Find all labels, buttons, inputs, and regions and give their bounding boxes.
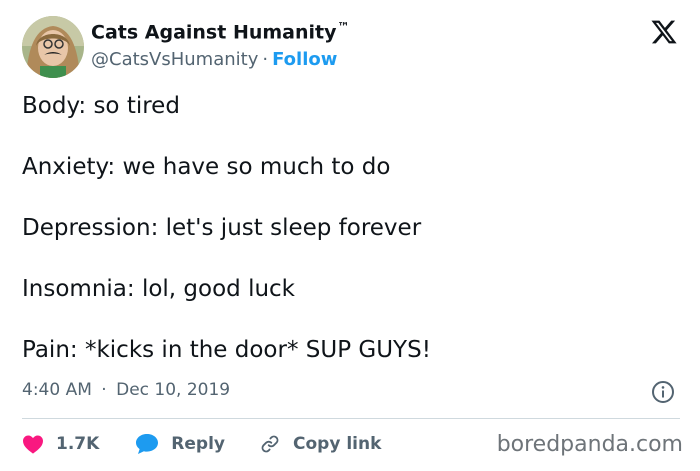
avatar-image	[22, 16, 84, 78]
separator-dot: ·	[101, 380, 107, 400]
tweet-body: Body: so tired Anxiety: we have so much …	[22, 91, 431, 396]
handle-row: @CatsVsHumanity · Follow	[91, 49, 350, 70]
tweet-line: Insomnia: lol, good luck	[22, 276, 296, 302]
speech-bubble-icon	[136, 434, 159, 454]
x-logo-icon[interactable]	[650, 18, 678, 46]
handle-link[interactable]: @CatsVsHumanity	[91, 49, 258, 70]
trademark-symbol: ™	[337, 20, 350, 34]
like-count: 1.7K	[56, 434, 100, 454]
separator-dot: ·	[262, 49, 269, 71]
action-bar: 1.7K Reply Copy link	[22, 431, 381, 457]
reply-button[interactable]: Reply	[135, 433, 225, 455]
link-icon	[261, 435, 279, 453]
tweet-header: Cats Against Humanity™ @CatsVsHumanity · F…	[22, 14, 682, 78]
display-name-text: Cats Against Humanity	[91, 21, 337, 44]
info-icon[interactable]	[651, 380, 675, 404]
tweet-line: Depression: let's just sleep forever	[22, 215, 422, 241]
copy-link-button[interactable]: Copy link	[259, 433, 381, 455]
tweet-line: Pain: *kicks in the door* SUP GUYS!	[22, 337, 431, 363]
tweet-line: Body: so tired	[22, 93, 180, 119]
follow-button[interactable]: Follow	[272, 49, 337, 70]
display-name[interactable]: Cats Against Humanity™	[91, 20, 350, 43]
like-button[interactable]: 1.7K	[22, 434, 99, 454]
divider	[22, 418, 680, 419]
tweet-timestamp: 4:40 AM · Dec 10, 2019	[22, 380, 230, 400]
tweet-time[interactable]: 4:40 AM	[22, 380, 92, 400]
reply-label: Reply	[171, 434, 225, 454]
avatar[interactable]	[22, 16, 84, 78]
name-block: Cats Against Humanity™ @CatsVsHumanity · F…	[91, 20, 350, 70]
watermark: boredpanda.com	[496, 432, 683, 457]
tweet-date[interactable]: Dec 10, 2019	[116, 380, 230, 400]
tweet-line: Anxiety: we have so much to do	[22, 154, 391, 180]
heart-icon	[23, 435, 43, 454]
copy-link-label: Copy link	[293, 434, 382, 454]
